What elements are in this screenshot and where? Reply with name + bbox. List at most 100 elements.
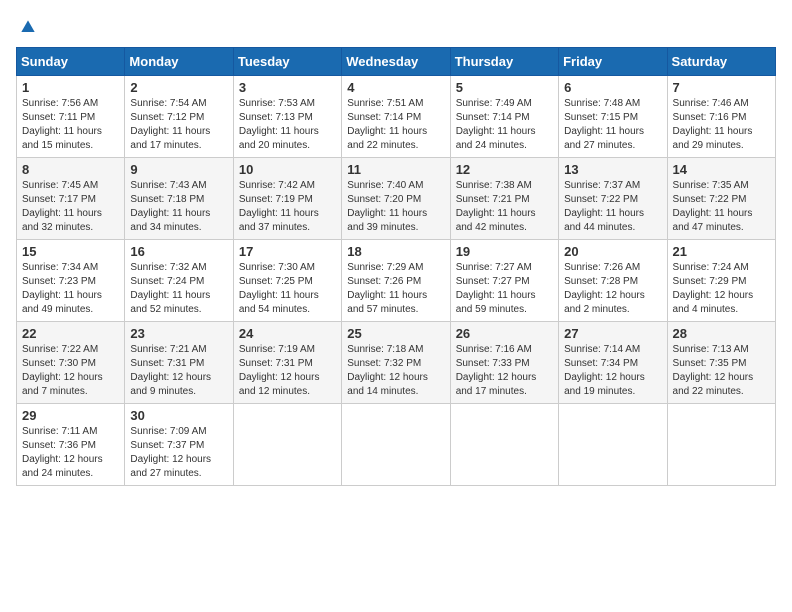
day-info: Sunrise: 7:32 AMSunset: 7:24 PMDaylight:…	[130, 261, 227, 317]
day-info: Sunrise: 7:11 AMSunset: 7:36 PMDaylight:…	[22, 425, 119, 481]
calendar-cell	[342, 404, 450, 486]
calendar-cell: 29 Sunrise: 7:11 AMSunset: 7:36 PMDayligh…	[17, 404, 125, 486]
day-info: Sunrise: 7:18 AMSunset: 7:32 PMDaylight:…	[347, 343, 444, 399]
day-number: 27	[564, 326, 661, 341]
day-info: Sunrise: 7:29 AMSunset: 7:26 PMDaylight:…	[347, 261, 444, 317]
day-header-friday: Friday	[559, 48, 667, 76]
logo-icon	[18, 17, 38, 37]
day-header-tuesday: Tuesday	[233, 48, 341, 76]
day-info: Sunrise: 7:56 AMSunset: 7:11 PMDaylight:…	[22, 97, 119, 153]
calendar-cell: 6Sunrise: 7:48 AMSunset: 7:15 PMDaylight…	[559, 76, 667, 158]
day-number: 22	[22, 326, 119, 341]
day-number: 3	[239, 80, 336, 95]
calendar-cell: 16 Sunrise: 7:32 AMSunset: 7:24 PMDayligh…	[125, 240, 233, 322]
day-number: 14	[673, 162, 770, 177]
calendar-cell: 11 Sunrise: 7:40 AMSunset: 7:20 PMDayligh…	[342, 158, 450, 240]
day-number: 23	[130, 326, 227, 341]
day-number: 9	[130, 162, 227, 177]
calendar-cell: 26 Sunrise: 7:16 AMSunset: 7:33 PMDayligh…	[450, 322, 558, 404]
day-number: 12	[456, 162, 553, 177]
day-info: Sunrise: 7:54 AMSunset: 7:12 PMDaylight:…	[130, 97, 227, 153]
day-info: Sunrise: 7:35 AMSunset: 7:22 PMDaylight:…	[673, 179, 770, 235]
day-number: 28	[673, 326, 770, 341]
day-number: 19	[456, 244, 553, 259]
calendar-cell: 17 Sunrise: 7:30 AMSunset: 7:25 PMDayligh…	[233, 240, 341, 322]
calendar-cell: 9 Sunrise: 7:43 AMSunset: 7:18 PMDaylight…	[125, 158, 233, 240]
day-info: Sunrise: 7:22 AMSunset: 7:30 PMDaylight:…	[22, 343, 119, 399]
day-number: 18	[347, 244, 444, 259]
day-number: 13	[564, 162, 661, 177]
day-number: 24	[239, 326, 336, 341]
day-number: 15	[22, 244, 119, 259]
day-number: 11	[347, 162, 444, 177]
calendar-table: SundayMondayTuesdayWednesdayThursdayFrid…	[16, 47, 776, 486]
day-header-thursday: Thursday	[450, 48, 558, 76]
calendar-cell: 22 Sunrise: 7:22 AMSunset: 7:30 PMDayligh…	[17, 322, 125, 404]
calendar-cell: 8 Sunrise: 7:45 AMSunset: 7:17 PMDaylight…	[17, 158, 125, 240]
day-info: Sunrise: 7:45 AMSunset: 7:17 PMDaylight:…	[22, 179, 119, 235]
day-info: Sunrise: 7:24 AMSunset: 7:29 PMDaylight:…	[673, 261, 770, 317]
day-number: 20	[564, 244, 661, 259]
day-number: 8	[22, 162, 119, 177]
day-number: 4	[347, 80, 444, 95]
calendar-cell: 28 Sunrise: 7:13 AMSunset: 7:35 PMDayligh…	[667, 322, 775, 404]
day-number: 5	[456, 80, 553, 95]
page-header	[16, 16, 776, 37]
day-number: 26	[456, 326, 553, 341]
calendar-week-row: 8 Sunrise: 7:45 AMSunset: 7:17 PMDaylight…	[17, 158, 776, 240]
day-number: 25	[347, 326, 444, 341]
calendar-cell	[450, 404, 558, 486]
day-info: Sunrise: 7:38 AMSunset: 7:21 PMDaylight:…	[456, 179, 553, 235]
calendar-cell	[233, 404, 341, 486]
calendar-header-row: SundayMondayTuesdayWednesdayThursdayFrid…	[17, 48, 776, 76]
calendar-cell: 3Sunrise: 7:53 AMSunset: 7:13 PMDaylight…	[233, 76, 341, 158]
day-info: Sunrise: 7:49 AMSunset: 7:14 PMDaylight:…	[456, 97, 553, 153]
day-info: Sunrise: 7:40 AMSunset: 7:20 PMDaylight:…	[347, 179, 444, 235]
day-info: Sunrise: 7:48 AMSunset: 7:15 PMDaylight:…	[564, 97, 661, 153]
day-number: 7	[673, 80, 770, 95]
day-number: 17	[239, 244, 336, 259]
day-info: Sunrise: 7:51 AMSunset: 7:14 PMDaylight:…	[347, 97, 444, 153]
calendar-cell: 20 Sunrise: 7:26 AMSunset: 7:28 PMDayligh…	[559, 240, 667, 322]
calendar-week-row: 1 Sunrise: 7:56 AMSunset: 7:11 PMDaylight…	[17, 76, 776, 158]
calendar-week-row: 22 Sunrise: 7:22 AMSunset: 7:30 PMDayligh…	[17, 322, 776, 404]
calendar-cell: 14 Sunrise: 7:35 AMSunset: 7:22 PMDayligh…	[667, 158, 775, 240]
day-info: Sunrise: 7:16 AMSunset: 7:33 PMDaylight:…	[456, 343, 553, 399]
day-info: Sunrise: 7:46 AMSunset: 7:16 PMDaylight:…	[673, 97, 770, 153]
calendar-cell: 4 Sunrise: 7:51 AMSunset: 7:14 PMDaylight…	[342, 76, 450, 158]
calendar-cell: 25 Sunrise: 7:18 AMSunset: 7:32 PMDayligh…	[342, 322, 450, 404]
day-info: Sunrise: 7:14 AMSunset: 7:34 PMDaylight:…	[564, 343, 661, 399]
day-info: Sunrise: 7:37 AMSunset: 7:22 PMDaylight:…	[564, 179, 661, 235]
day-header-monday: Monday	[125, 48, 233, 76]
day-info: Sunrise: 7:27 AMSunset: 7:27 PMDaylight:…	[456, 261, 553, 317]
calendar-cell: 21Sunrise: 7:24 AMSunset: 7:29 PMDayligh…	[667, 240, 775, 322]
calendar-cell	[559, 404, 667, 486]
calendar-cell: 15 Sunrise: 7:34 AMSunset: 7:23 PMDayligh…	[17, 240, 125, 322]
calendar-cell: 1 Sunrise: 7:56 AMSunset: 7:11 PMDaylight…	[17, 76, 125, 158]
day-number: 16	[130, 244, 227, 259]
day-header-sunday: Sunday	[17, 48, 125, 76]
day-info: Sunrise: 7:34 AMSunset: 7:23 PMDaylight:…	[22, 261, 119, 317]
calendar-cell: 2 Sunrise: 7:54 AMSunset: 7:12 PMDaylight…	[125, 76, 233, 158]
calendar-cell: 18 Sunrise: 7:29 AMSunset: 7:26 PMDayligh…	[342, 240, 450, 322]
calendar-cell: 5 Sunrise: 7:49 AMSunset: 7:14 PMDaylight…	[450, 76, 558, 158]
day-info: Sunrise: 7:13 AMSunset: 7:35 PMDaylight:…	[673, 343, 770, 399]
day-info: Sunrise: 7:19 AMSunset: 7:31 PMDaylight:…	[239, 343, 336, 399]
day-info: Sunrise: 7:30 AMSunset: 7:25 PMDaylight:…	[239, 261, 336, 317]
calendar-week-row: 29 Sunrise: 7:11 AMSunset: 7:36 PMDayligh…	[17, 404, 776, 486]
day-info: Sunrise: 7:26 AMSunset: 7:28 PMDaylight:…	[564, 261, 661, 317]
logo	[16, 16, 38, 37]
calendar-cell: 7 Sunrise: 7:46 AMSunset: 7:16 PMDaylight…	[667, 76, 775, 158]
calendar-week-row: 15 Sunrise: 7:34 AMSunset: 7:23 PMDayligh…	[17, 240, 776, 322]
day-number: 2	[130, 80, 227, 95]
day-number: 1	[22, 80, 119, 95]
day-header-wednesday: Wednesday	[342, 48, 450, 76]
day-number: 29	[22, 408, 119, 423]
day-header-saturday: Saturday	[667, 48, 775, 76]
day-info: Sunrise: 7:21 AMSunset: 7:31 PMDaylight:…	[130, 343, 227, 399]
day-info: Sunrise: 7:43 AMSunset: 7:18 PMDaylight:…	[130, 179, 227, 235]
calendar-cell: 12 Sunrise: 7:38 AMSunset: 7:21 PMDayligh…	[450, 158, 558, 240]
calendar-cell: 19 Sunrise: 7:27 AMSunset: 7:27 PMDayligh…	[450, 240, 558, 322]
calendar-cell	[667, 404, 775, 486]
calendar-cell: 24 Sunrise: 7:19 AMSunset: 7:31 PMDayligh…	[233, 322, 341, 404]
